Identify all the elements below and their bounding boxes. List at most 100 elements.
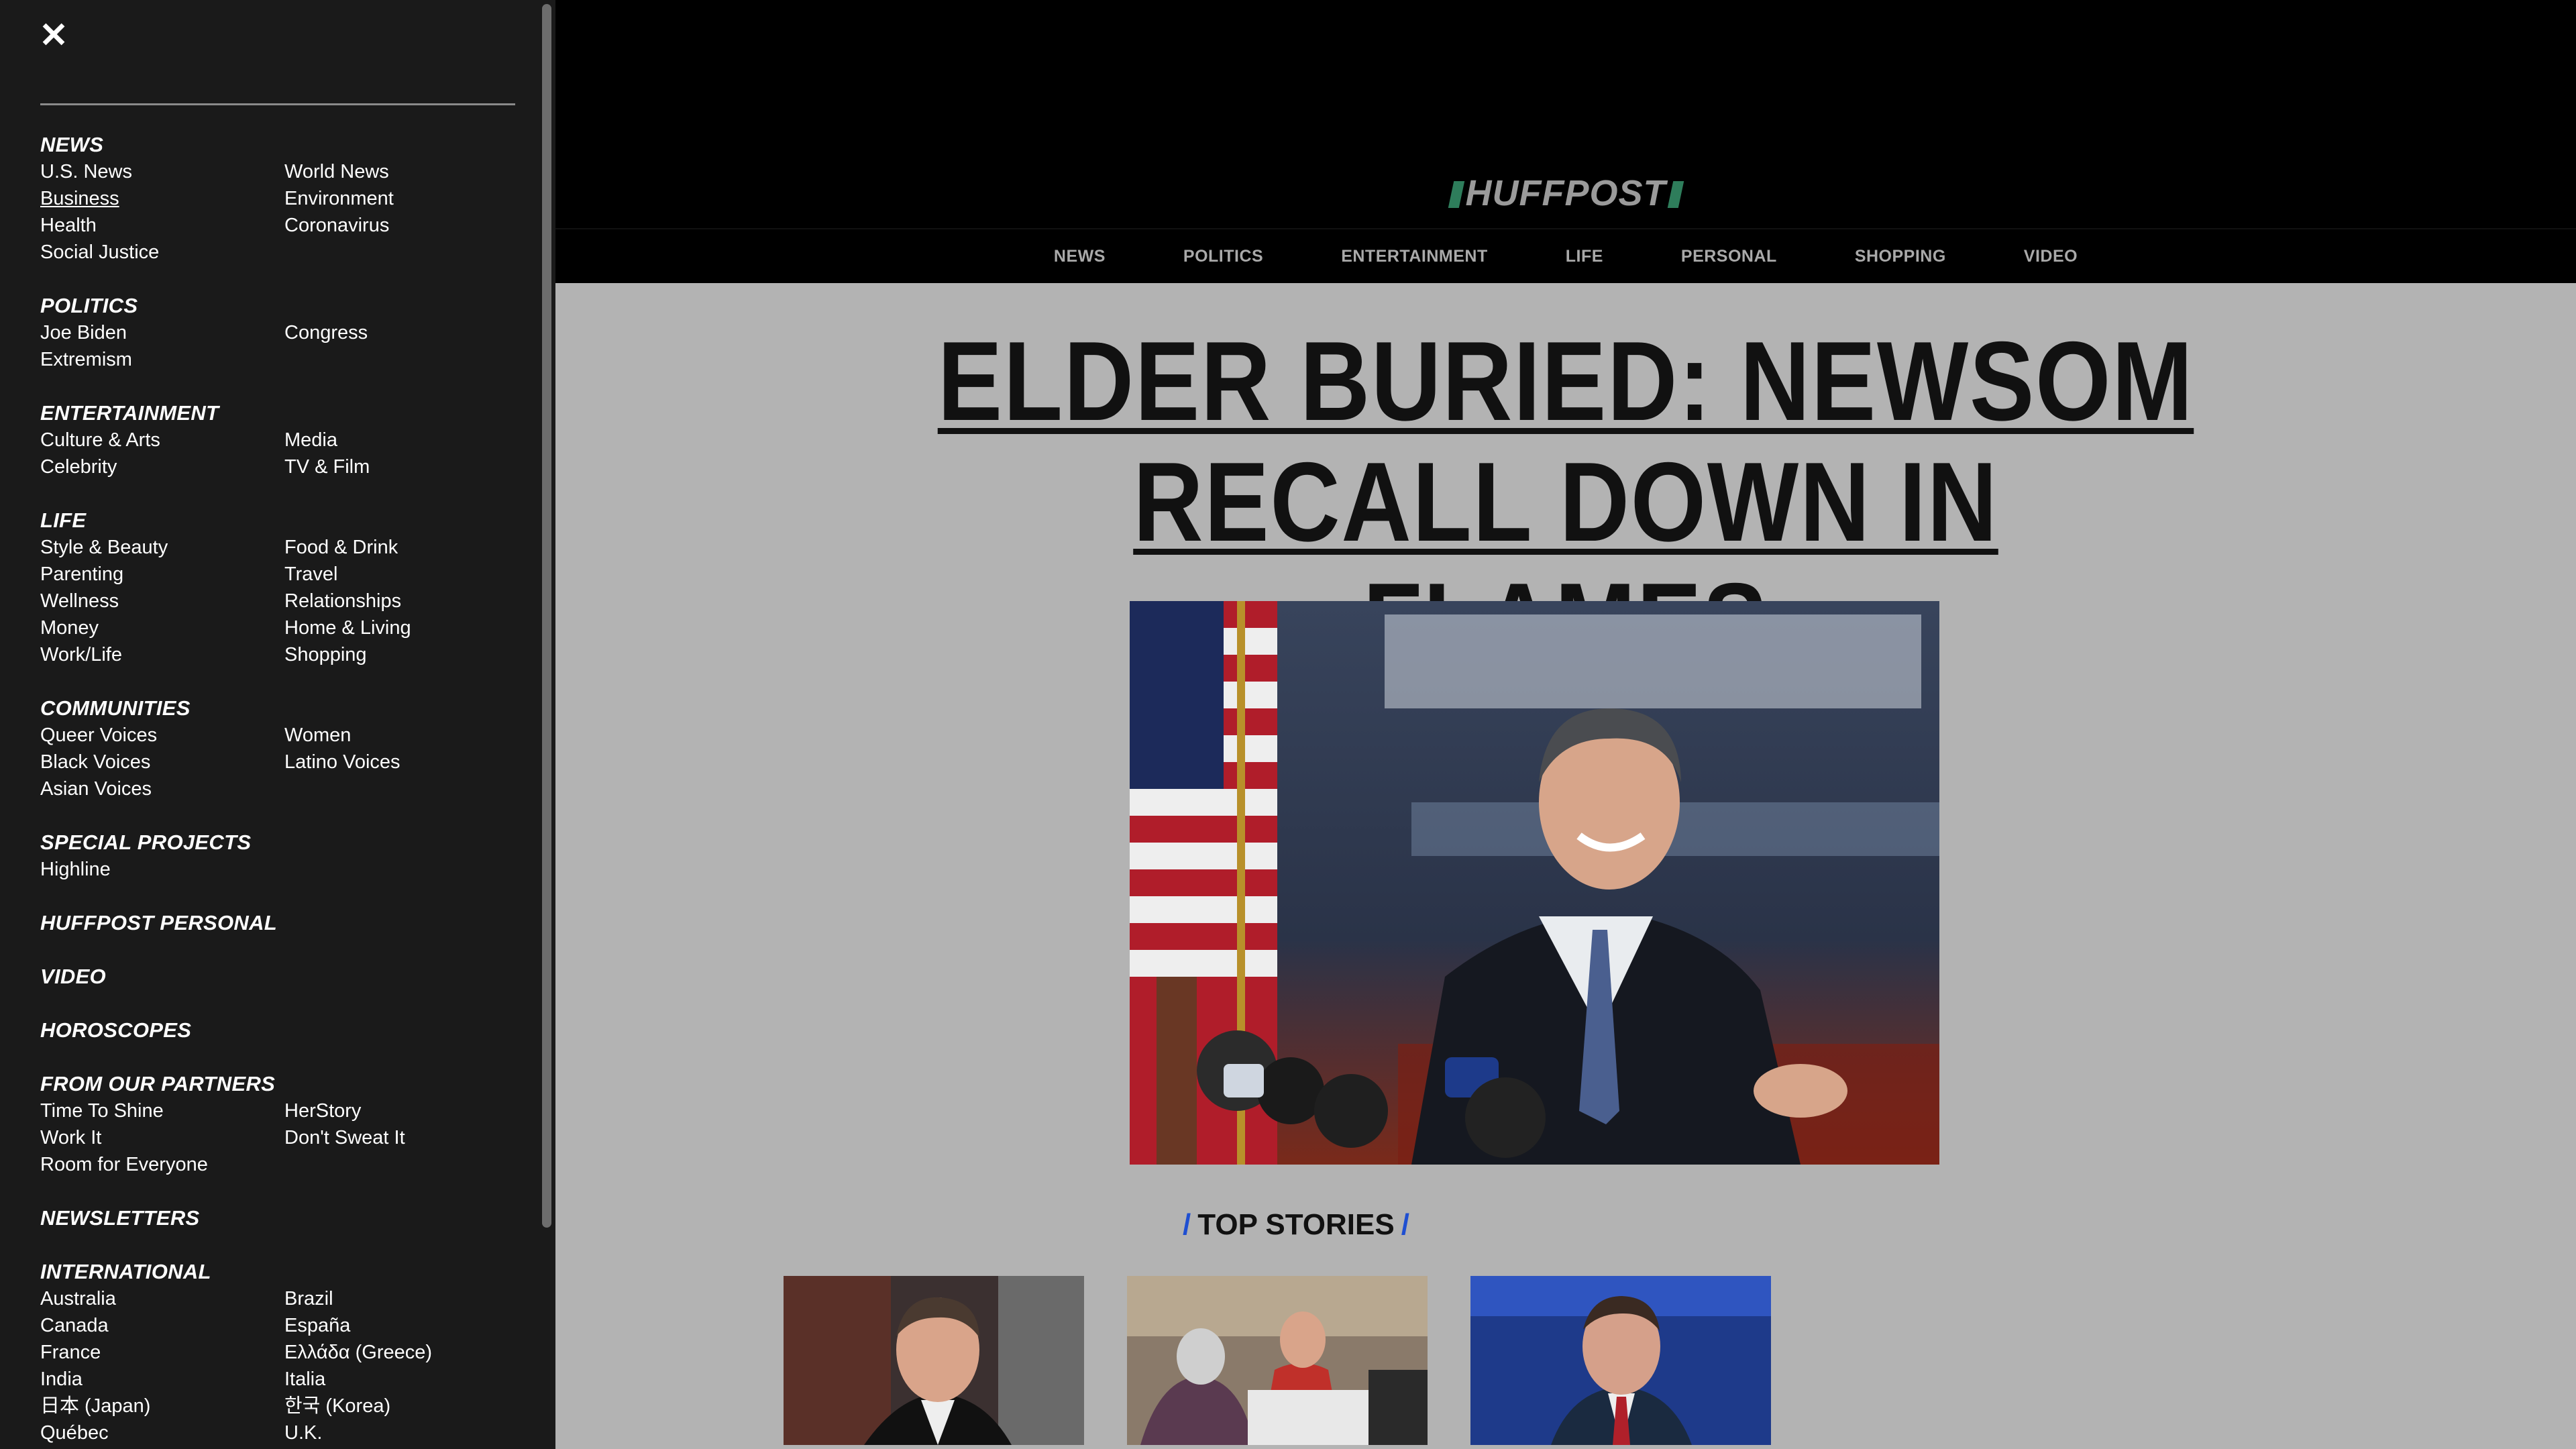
sidebar-item-home-living[interactable]: Home & Living xyxy=(284,614,529,641)
logo-accent-bar xyxy=(1448,181,1464,208)
sidebar-item-brazil[interactable]: Brazil xyxy=(284,1285,529,1312)
menu-section-international: INTERNATIONAL Australia Brazil Canada España… xyxy=(40,1258,523,1449)
sidebar-item-food-drink[interactable]: Food & Drink xyxy=(284,534,529,561)
section-title-politics[interactable]: POLITICS xyxy=(40,292,523,319)
sidebar-item-work-it[interactable]: Work It xyxy=(40,1124,284,1151)
top-stories-label: TOP STORIES xyxy=(1197,1208,1395,1241)
sidebar-item-india[interactable]: India xyxy=(40,1366,284,1393)
sidebar-item-japan[interactable]: 日本 (Japan) xyxy=(40,1393,284,1419)
sidebar-scrollbar[interactable] xyxy=(542,4,551,1228)
huffpost-logo[interactable]: HUFFPOST xyxy=(555,173,2576,213)
sidebar-item-travel[interactable]: Travel xyxy=(284,561,529,588)
sidebar-item-u-s[interactable]: U.S. xyxy=(40,1446,284,1449)
story-thumbnail-3[interactable] xyxy=(1470,1276,1771,1445)
nav-life[interactable]: LIFE xyxy=(1566,247,1603,266)
sidebar-item-joe-biden[interactable]: Joe Biden xyxy=(40,319,284,346)
sidebar-item-world-news[interactable]: World News xyxy=(284,158,529,185)
story-thumbnail-1[interactable] xyxy=(784,1276,1084,1445)
sidebar-item-tv-film[interactable]: TV & Film xyxy=(284,453,529,480)
nav-personal[interactable]: PERSONAL xyxy=(1681,247,1777,266)
menu-section-newsletters: NEWSLETTERS xyxy=(40,1205,523,1232)
section-title-video[interactable]: VIDEO xyxy=(40,963,523,990)
sidebar-item-work-life[interactable]: Work/Life xyxy=(40,641,284,668)
sidebar-item-time-to-shine[interactable]: Time To Shine xyxy=(40,1097,284,1124)
top-stories-heading: / TOP STORIES / xyxy=(555,1205,2037,1245)
section-title-news[interactable]: NEWS xyxy=(40,131,523,158)
top-navigation: NEWS POLITICS ENTERTAINMENT LIFE PERSONA… xyxy=(555,229,2576,283)
section-title-huffpost-personal[interactable]: HUFFPOST PERSONAL xyxy=(40,910,523,936)
section-title-life[interactable]: LIFE xyxy=(40,507,523,534)
sidebar-item-business[interactable]: Business xyxy=(40,185,284,212)
sidebar-item-espa-a[interactable]: España xyxy=(284,1312,529,1339)
nav-news[interactable]: NEWS xyxy=(1054,247,1106,266)
section-title-newsletters[interactable]: NEWSLETTERS xyxy=(40,1205,523,1232)
section-items: U.S. News World News Business Environment He… xyxy=(40,158,523,266)
sidebar-item-don-t-sweat-it[interactable]: Don't Sweat It xyxy=(284,1124,529,1151)
menu-section-news: NEWS U.S. News World News Business Environme… xyxy=(40,131,523,266)
sidebar-item-social-justice[interactable]: Social Justice xyxy=(40,239,284,266)
nav-shopping[interactable]: SHOPPING xyxy=(1855,247,1946,266)
headline-line-1[interactable]: ELDER BURIED: NEWSOM xyxy=(938,318,2194,444)
nav-items: NEWS POLITICS ENTERTAINMENT LIFE PERSONA… xyxy=(555,229,2576,283)
section-title-special-projects[interactable]: SPECIAL PROJECTS xyxy=(40,829,523,856)
menu-section-video: VIDEO xyxy=(40,963,523,990)
sidebar-item-relationships[interactable]: Relationships xyxy=(284,588,529,614)
sidebar-item-asian-voices[interactable]: Asian Voices xyxy=(40,775,284,802)
story-photo-2 xyxy=(1127,1276,1428,1445)
sidebar-item-money[interactable]: Money xyxy=(40,614,284,641)
sidebar-item-celebrity[interactable]: Celebrity xyxy=(40,453,284,480)
logo-accent-bar xyxy=(1667,181,1684,208)
sidebar-item-culture-arts[interactable]: Culture & Arts xyxy=(40,427,284,453)
sidebar-item-media[interactable]: Media xyxy=(284,427,529,453)
sidebar-item-coronavirus[interactable]: Coronavirus xyxy=(284,212,529,239)
section-title-horoscopes[interactable]: HOROSCOPES xyxy=(40,1017,523,1044)
sidebar-item-italia[interactable]: Italia xyxy=(284,1366,529,1393)
sidebar-item-shopping[interactable]: Shopping xyxy=(284,641,529,668)
sidebar-menu: NEWS U.S. News World News Business Environme… xyxy=(40,131,523,1449)
sidebar-item-latino-voices[interactable]: Latino Voices xyxy=(284,749,529,775)
nav-entertainment[interactable]: ENTERTAINMENT xyxy=(1341,247,1488,266)
sidebar-item-u-s-news[interactable]: U.S. News xyxy=(40,158,284,185)
section-items: Style & Beauty Food & Drink Parenting Trave… xyxy=(40,534,523,668)
close-icon[interactable]: ✕ xyxy=(39,18,68,53)
sidebar-item-women[interactable]: Women xyxy=(284,722,529,749)
sidebar-item-queer-voices[interactable]: Queer Voices xyxy=(40,722,284,749)
menu-section-politics: POLITICS Joe Biden Congress Extremism xyxy=(40,292,523,373)
sidebar-divider xyxy=(40,103,515,105)
navigation-sidebar: ✕ NEWS U.S. News World News Business Environ… xyxy=(0,0,555,1449)
section-title-from-our-partners[interactable]: FROM OUR PARTNERS xyxy=(40,1071,523,1097)
nav-video[interactable]: VIDEO xyxy=(2024,247,2078,266)
sidebar-item-u-k[interactable]: U.K. xyxy=(284,1419,529,1446)
section-title-entertainment[interactable]: ENTERTAINMENT xyxy=(40,400,523,427)
menu-section-huffpost-personal: HUFFPOST PERSONAL xyxy=(40,910,523,936)
sidebar-item-qu-bec[interactable]: Québec xyxy=(40,1419,284,1446)
sidebar-item-greece[interactable]: Ελλάδα (Greece) xyxy=(284,1339,529,1366)
hero-photo-illustration xyxy=(1130,601,1939,1165)
sidebar-item-australia[interactable]: Australia xyxy=(40,1285,284,1312)
hero-photo[interactable] xyxy=(1130,601,1939,1165)
menu-section-special-projects: SPECIAL PROJECTS Highline xyxy=(40,829,523,883)
sidebar-item-congress[interactable]: Congress xyxy=(284,319,529,346)
sidebar-item-style-beauty[interactable]: Style & Beauty xyxy=(40,534,284,561)
sidebar-item-wellness[interactable]: Wellness xyxy=(40,588,284,614)
sidebar-item-highline[interactable]: Highline xyxy=(40,856,284,883)
section-items: Queer Voices Women Black Voices Latino Voic… xyxy=(40,722,523,802)
nav-politics[interactable]: POLITICS xyxy=(1183,247,1263,266)
sidebar-item-parenting[interactable]: Parenting xyxy=(40,561,284,588)
section-title-international[interactable]: INTERNATIONAL xyxy=(40,1258,523,1285)
sidebar-item-health[interactable]: Health xyxy=(40,212,284,239)
sidebar-item-korea[interactable]: 한국 (Korea) xyxy=(284,1393,529,1419)
sidebar-item-france[interactable]: France xyxy=(40,1339,284,1366)
sidebar-item-canada[interactable]: Canada xyxy=(40,1312,284,1339)
section-items: Highline xyxy=(40,856,523,883)
sidebar-item-environment[interactable]: Environment xyxy=(284,185,529,212)
sidebar-item-room-for-everyone[interactable]: Room for Everyone xyxy=(40,1151,284,1178)
menu-section-horoscopes: HOROSCOPES xyxy=(40,1017,523,1044)
section-items: Joe Biden Congress Extremism xyxy=(40,319,523,373)
sidebar-item-herstory[interactable]: HerStory xyxy=(284,1097,529,1124)
section-title-communities[interactable]: COMMUNITIES xyxy=(40,695,523,722)
story-thumbnail-2[interactable] xyxy=(1127,1276,1428,1445)
sidebar-item-black-voices[interactable]: Black Voices xyxy=(40,749,284,775)
sidebar-item-extremism[interactable]: Extremism xyxy=(40,346,284,373)
slash-mark: / xyxy=(1183,1208,1191,1241)
